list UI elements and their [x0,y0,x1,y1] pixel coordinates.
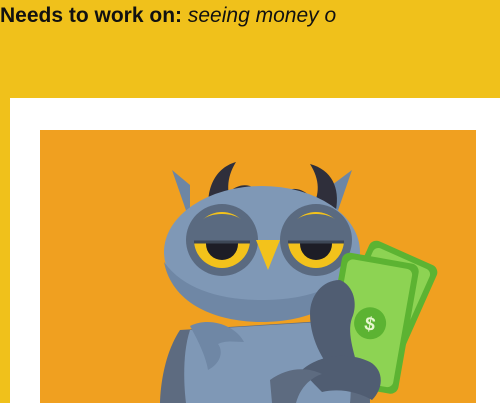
owl-illustration: $ [40,130,476,403]
needs-work-caption: Needs to work on: seeing money o [0,0,336,32]
needs-work-value: seeing money o [187,4,337,27]
owl-holding-money-icon: $ [160,162,438,403]
needs-work-label: Needs to work on: [0,4,183,27]
